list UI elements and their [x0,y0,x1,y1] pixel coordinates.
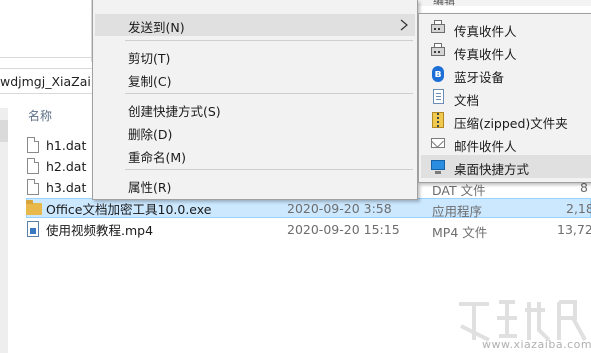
menu-item-cut[interactable]: 剪切(T) [95,45,415,67]
file-type: MP4 文件 [432,225,488,240]
menu-separator [125,40,413,41]
menu-item-label: 重命名(M) [128,150,187,165]
watermark-text: www.xiazaiba.com [482,338,591,351]
menu-item-label: 属性(R) [128,180,172,195]
mail-icon [430,135,446,151]
submenu-item-mail-recipient[interactable]: 邮件收件人 [421,132,591,155]
submenu-item-label: 传真收件人 [454,24,517,39]
folder-icon [26,200,42,217]
menu-item-send-to[interactable]: 发送到(N) [95,14,415,36]
submenu-item-desktop-shortcut[interactable]: 桌面快捷方式 [421,155,591,178]
submenu-item-bluetooth[interactable]: ʙ 蓝牙设备 [421,63,591,86]
address-bar[interactable]: wdjmgj_XiaZaiBa [0,68,107,94]
submenu-item-zip-folder[interactable]: 压缩(zipped)文件夹 [421,109,591,132]
submenu-item-label: 压缩(zipped)文件夹 [454,116,568,131]
menu-item-label: 创建快捷方式(S) [128,104,221,119]
menu-item-create-shortcut[interactable]: 创建快捷方式(S) [95,98,415,120]
chevron-right-icon [400,19,408,31]
menu-separator [125,93,413,94]
bluetooth-icon: ʙ [430,66,446,82]
menu-item-label: 删除(D) [128,127,173,142]
ribbon-divider [0,0,92,58]
submenu-item-fax-recipient-2[interactable]: 传真收件人 [421,40,591,63]
ribbon-edit-label: 编辑 [433,0,455,7]
file-date: 2020-09-20 15:15 [287,222,400,237]
fax-icon [430,43,446,59]
file-name: h3.dat [46,180,87,195]
file-row-h3[interactable]: h3.dat [26,177,86,198]
mp4-file-icon [26,221,40,238]
file-name: Office文档加密工具10.0.exe [46,202,212,217]
zip-folder-icon [430,112,446,128]
dat-file-icon [26,137,40,154]
context-menu: 发送到(N) 剪切(T) 复制(C) 创建快捷方式(S) 删除(D) 重命名(M… [92,0,418,200]
submenu-item-label: 文档 [454,93,480,108]
file-row-h2[interactable]: h2.dat [26,156,86,177]
navigation-pane-selected-item[interactable] [0,120,8,142]
file-row-mp4[interactable]: 使用视频教程.mp4 [26,219,153,240]
column-header-name[interactable]: 名称 [28,107,52,124]
menu-item-properties[interactable]: 属性(R) [95,174,415,196]
menu-item-label: 复制(C) [128,74,172,89]
file-date: 2020-09-20 3:58 [287,201,392,216]
send-to-submenu: 传真收件人 传真收件人 ʙ 蓝牙设备 文档 压缩(zipped)文件夹 邮件收件… [418,13,591,183]
file-name: 使用视频教程.mp4 [46,223,154,238]
fax-icon [430,20,446,36]
dat-file-icon [26,179,40,196]
menu-separator [125,169,413,170]
file-size: 13,72 [557,222,591,237]
file-name: h1.dat [46,138,87,153]
submenu-item-label: 桌面快捷方式 [454,162,530,177]
navigation-pane[interactable] [0,108,8,353]
ribbon-left-area [0,0,92,62]
menu-item-copy[interactable]: 复制(C) [95,68,415,90]
menu-item-label: 剪切(T) [128,51,171,66]
menu-item-delete[interactable]: 删除(D) [95,121,415,143]
ribbon-right-fragment: 编辑 [418,0,591,7]
submenu-item-label: 传真收件人 [454,47,517,62]
submenu-item-fax-recipient[interactable]: 传真收件人 [421,17,591,40]
desktop-icon [430,158,446,174]
file-size: 2,18 [566,201,591,216]
menu-item-rename[interactable]: 重命名(M) [95,144,415,166]
submenu-item-documents[interactable]: 文档 [421,86,591,109]
file-row-office-exe[interactable]: Office文档加密工具10.0.exe [26,198,211,219]
submenu-item-label: 邮件收件人 [454,139,517,154]
submenu-item-label: 蓝牙设备 [454,70,505,85]
file-name: h2.dat [46,159,87,174]
file-type: 应用程序 [432,204,483,219]
dat-file-icon [26,158,40,175]
menu-item-label: 发送到(N) [128,20,185,35]
document-icon [430,89,446,105]
file-row-h1[interactable]: h1.dat [26,135,86,156]
